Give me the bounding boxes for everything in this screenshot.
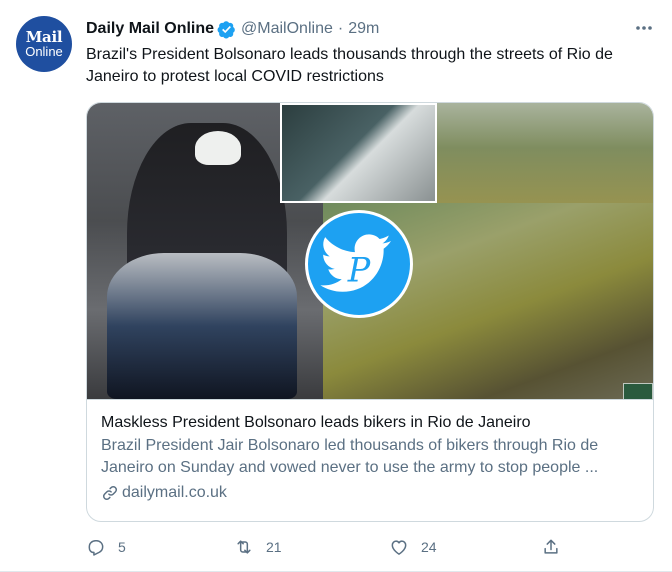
retweet-icon (237, 540, 251, 554)
card-description: Brazil President Jair Bolsonaro led thou… (101, 437, 599, 476)
display-name[interactable]: Daily Mail Online (86, 20, 214, 38)
card-title[interactable]: Maskless President Bolsonaro leads biker… (101, 412, 641, 434)
twitter-bird-p-logo-icon: P (305, 210, 413, 318)
motorcycle-figure (107, 253, 297, 399)
road-sign (623, 383, 653, 399)
verified-badge-icon (217, 20, 235, 39)
action-bar: 5 21 24 (86, 534, 566, 560)
share-icon (544, 539, 558, 554)
handle[interactable]: @MailOnline (241, 20, 333, 38)
reply-button[interactable]: 5 (86, 534, 126, 560)
helmet-figure (195, 131, 241, 165)
card-domain[interactable]: dailymail.co.uk (101, 482, 641, 504)
like-count: 24 (421, 539, 437, 555)
tweet-text: Brazil's President Bolsonaro leads thous… (86, 46, 613, 85)
card-body[interactable]: Maskless President Bolsonaro leads biker… (87, 399, 653, 504)
photo-hospital (280, 103, 437, 203)
like-button[interactable]: 24 (389, 534, 437, 560)
photo-road-top (431, 103, 653, 203)
card-domain-text: dailymail.co.uk (122, 484, 227, 501)
timestamp[interactable]: 29m (348, 20, 379, 38)
card-image[interactable]: P (87, 103, 653, 399)
tweet-header: Daily Mail Online @MailOnline · 29m (86, 18, 379, 40)
reply-count: 5 (118, 539, 126, 555)
share-button[interactable] (541, 534, 561, 560)
separator-dot: · (337, 20, 344, 37)
link-card[interactable]: P Maskless President Bolsonaro leads bik… (86, 102, 654, 522)
tweet[interactable]: Mail Online Daily Mail Online @MailOnlin… (0, 0, 672, 572)
reply-icon (88, 540, 104, 556)
like-icon (391, 540, 407, 555)
svg-text:P: P (347, 251, 371, 290)
more-icon[interactable] (632, 18, 656, 38)
avatar[interactable]: Mail Online (16, 16, 72, 72)
avatar-line2: Online (25, 43, 63, 59)
retweet-button[interactable]: 21 (234, 534, 282, 560)
avatar-line1: Mail (25, 27, 63, 46)
retweet-count: 21 (266, 539, 282, 555)
link-icon (102, 485, 118, 501)
